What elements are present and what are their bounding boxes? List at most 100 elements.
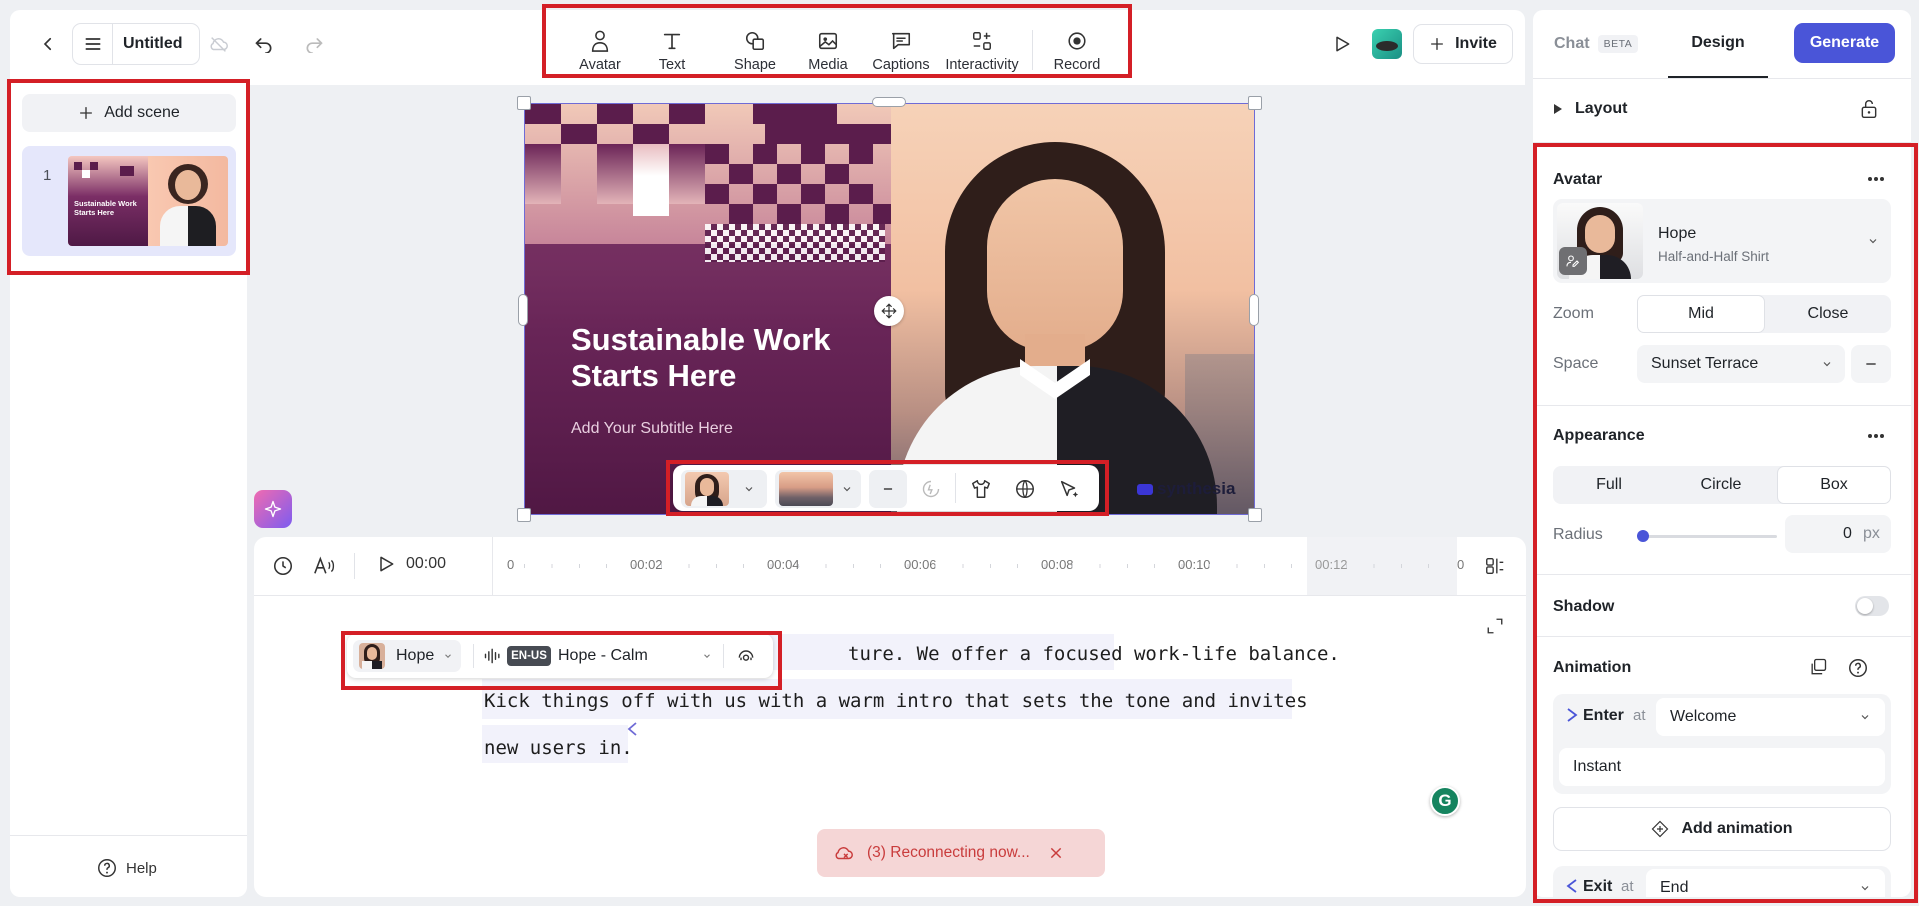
tool-record[interactable]: Record: [1037, 28, 1117, 73]
tool-captions-label: Captions: [872, 57, 930, 73]
script-timeline-panel: 00:00 0 00:02 00:04 00:06 00:08 00:10 00…: [254, 537, 1526, 897]
tab-chat[interactable]: Chat BETA: [1554, 35, 1639, 53]
more-icon[interactable]: [1867, 433, 1885, 439]
space-minus-button[interactable]: [1851, 345, 1891, 383]
record-icon: [1066, 28, 1088, 54]
add-animation-button[interactable]: Add animation: [1553, 807, 1891, 851]
timeline-play-button[interactable]: 00:00: [376, 553, 446, 575]
zoom-close[interactable]: Close: [1765, 295, 1891, 333]
chevron-down-icon: [1823, 362, 1831, 367]
avatar-picker[interactable]: Hope Half-and-Half Shirt: [1553, 199, 1891, 283]
resize-handle-tl[interactable]: [517, 96, 531, 110]
space-select[interactable]: Sunset Terrace: [1637, 345, 1845, 383]
toolbar-divider: [1032, 30, 1033, 70]
move-icon[interactable]: [874, 296, 904, 326]
tool-text[interactable]: Text: [632, 28, 712, 73]
exit-trigger-select[interactable]: End: [1646, 869, 1885, 897]
back-arrow-icon[interactable]: [36, 32, 60, 56]
resize-handle-top[interactable]: [872, 97, 906, 107]
resize-handle-right[interactable]: [1249, 294, 1259, 326]
resize-handle-left[interactable]: [518, 294, 528, 326]
grammarly-icon[interactable]: G: [1430, 786, 1460, 816]
media-icon: [817, 28, 839, 54]
generate-button[interactable]: Generate: [1794, 23, 1895, 63]
script-avatar-select[interactable]: Hope: [353, 640, 461, 672]
script-line-1[interactable]: ture. We offer a focused work-life balan…: [848, 643, 1340, 665]
caret-right-icon: [1554, 104, 1562, 114]
clock-icon[interactable]: [272, 555, 294, 577]
globe-icon[interactable]: [1009, 473, 1041, 505]
enter-label: Enter: [1583, 707, 1624, 724]
gesture-icon[interactable]: [915, 473, 947, 505]
slide-title[interactable]: Sustainable Work Starts Here: [571, 322, 831, 393]
help-button[interactable]: Help: [96, 857, 157, 879]
add-scene-button[interactable]: Add scene: [22, 94, 236, 132]
tab-design[interactable]: Design: [1668, 10, 1768, 78]
background-select[interactable]: [775, 470, 861, 508]
timeline-ruler: [524, 564, 1454, 568]
close-icon[interactable]: [1048, 845, 1064, 861]
shadow-toggle[interactable]: [1855, 596, 1889, 616]
ai-assistant-button[interactable]: [254, 490, 292, 528]
tool-avatar-label: Avatar: [579, 57, 621, 73]
timeline-view-icon[interactable]: [1484, 555, 1506, 577]
beta-badge: BETA: [1597, 35, 1639, 53]
voice-settings-icon[interactable]: [312, 555, 336, 577]
zoom-mid[interactable]: Mid: [1637, 295, 1765, 333]
voice-settings-icon[interactable]: [736, 646, 756, 666]
tab-design-label: Design: [1691, 34, 1745, 51]
tool-media-label: Media: [808, 57, 848, 73]
edit-avatar-icon[interactable]: [1559, 247, 1587, 275]
slide-subtitle[interactable]: Add Your Subtitle Here: [571, 420, 733, 438]
exit-animation-card: Exit at End: [1553, 866, 1891, 897]
tool-shape-label: Shape: [734, 57, 776, 73]
tool-record-label: Record: [1053, 57, 1101, 73]
appearance-box[interactable]: Box: [1777, 466, 1891, 504]
expand-icon[interactable]: [1486, 617, 1504, 635]
invite-button[interactable]: Invite: [1413, 24, 1513, 64]
play-preview-icon[interactable]: [1330, 32, 1354, 56]
scene-thumbnail: Sustainable Work Starts Here: [68, 156, 228, 246]
cloud-offline-icon: [835, 847, 853, 860]
radius-input[interactable]: 0 px: [1785, 515, 1891, 553]
tool-captions[interactable]: Captions: [861, 28, 941, 73]
help-icon[interactable]: [1847, 657, 1869, 679]
resize-handle-tr[interactable]: [1248, 96, 1262, 110]
tool-avatar[interactable]: Avatar: [560, 28, 640, 73]
more-icon[interactable]: [1867, 176, 1885, 182]
appearance-circle[interactable]: Circle: [1665, 466, 1777, 504]
tool-shape[interactable]: Shape: [715, 28, 795, 73]
undo-icon[interactable]: [252, 32, 276, 56]
layout-section-toggle[interactable]: Layout: [1553, 100, 1627, 118]
user-avatar[interactable]: [1372, 29, 1402, 59]
voice-name[interactable]: Hope - Calm: [558, 647, 648, 665]
avatar-select[interactable]: [681, 470, 767, 508]
slider-thumb[interactable]: [1637, 530, 1649, 542]
scene-card-1[interactable]: 1 Sustainable Work Starts Here: [22, 146, 236, 256]
copy-icon[interactable]: [1808, 657, 1828, 677]
enter-trigger-select[interactable]: Welcome: [1656, 698, 1885, 736]
resize-handle-br[interactable]: [1248, 508, 1262, 522]
appearance-full[interactable]: Full: [1553, 466, 1665, 504]
script-line-2[interactable]: Kick things off with us with a warm intr…: [484, 690, 1308, 712]
minus-button[interactable]: [869, 470, 907, 508]
avatar-context-toolbar: [673, 465, 1099, 511]
radius-slider[interactable]: [1637, 530, 1777, 542]
script-line-3[interactable]: new users in.: [484, 737, 633, 759]
unlock-icon[interactable]: [1859, 98, 1879, 120]
enter-style-value: Instant: [1573, 758, 1622, 775]
project-title[interactable]: Untitled: [113, 35, 183, 53]
synthesia-logo-icon: [1137, 483, 1153, 495]
enter-style-select[interactable]: Instant: [1559, 748, 1885, 786]
ai-action-icon[interactable]: [1053, 473, 1085, 505]
menu-icon[interactable]: [73, 24, 113, 64]
tool-interactivity[interactable]: Interactivity: [942, 28, 1022, 73]
tool-media[interactable]: Media: [788, 28, 868, 73]
resize-handle-bl[interactable]: [517, 508, 531, 522]
enter-at-label: at: [1633, 707, 1646, 724]
gesture-marker-icon[interactable]: [626, 721, 640, 737]
outfit-icon[interactable]: [965, 473, 997, 505]
avatar-section-title: Avatar: [1553, 171, 1603, 188]
redo-icon[interactable]: [302, 32, 326, 56]
project-title-group: Untitled: [72, 23, 200, 65]
